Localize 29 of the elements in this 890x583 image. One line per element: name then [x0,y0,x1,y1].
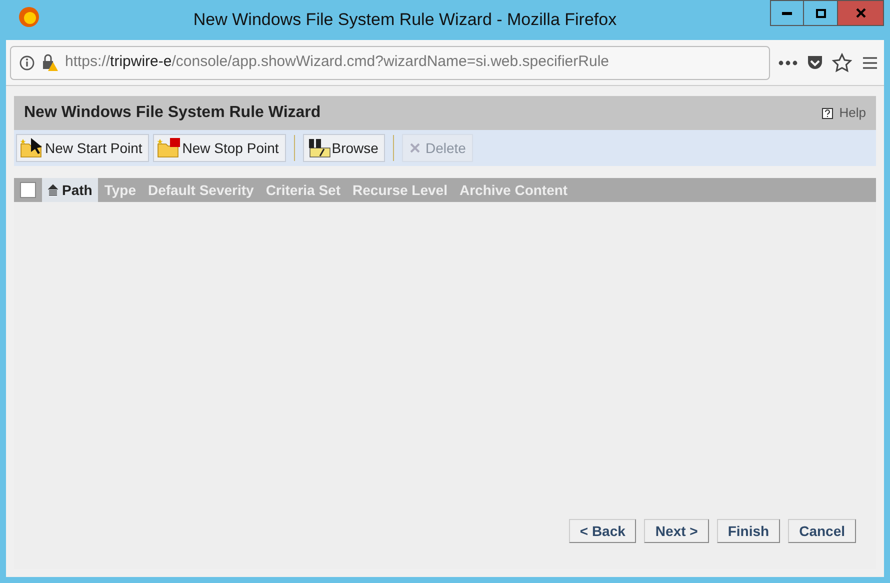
help-link[interactable]: Help [822,103,866,123]
star-icon[interactable] [832,52,852,72]
url-text: https://tripwire-e/console/app.showWizard.cmd?wizardName=si.web.specifierRule [65,52,609,72]
url-field[interactable]: https://tripwire-e/console/app.showWizard.cmd?wizardName=si.web.specifierRule [10,46,770,80]
minimize-button[interactable] [770,0,804,26]
folder-stop-icon [156,138,182,158]
browser-logo-icon [18,6,40,28]
window-title: New Windows File System Rule Wizard - Mozilla Firefox [193,9,617,32]
toolbar-button[interactable]: Browse [302,134,386,162]
close-icon [856,8,866,18]
maximize-button[interactable] [804,0,838,26]
wizard-button[interactable]: Next > [644,519,709,543]
more-icon[interactable] [778,60,798,66]
info-icon[interactable] [19,54,35,70]
wizard-button[interactable]: Cancel [788,519,856,543]
wizard-button[interactable]: Finish [716,519,780,543]
menu-icon[interactable] [860,54,880,70]
toolbar-button[interactable]: New Stop Point [153,134,286,162]
help-icon [822,108,834,118]
select-all-checkbox[interactable] [20,182,36,198]
wizard-button[interactable]: < Back [568,519,636,543]
lock-warning-icon[interactable] [41,54,59,72]
x-icon [409,142,422,154]
toolbar-button[interactable]: New Start Point [16,134,150,162]
sort-icon [48,184,58,196]
shield-icon[interactable] [806,54,824,72]
wizard-title: New Windows File System Rule Wizard [24,103,321,123]
column-header[interactable]: Path [42,178,98,202]
close-button[interactable] [838,0,884,26]
